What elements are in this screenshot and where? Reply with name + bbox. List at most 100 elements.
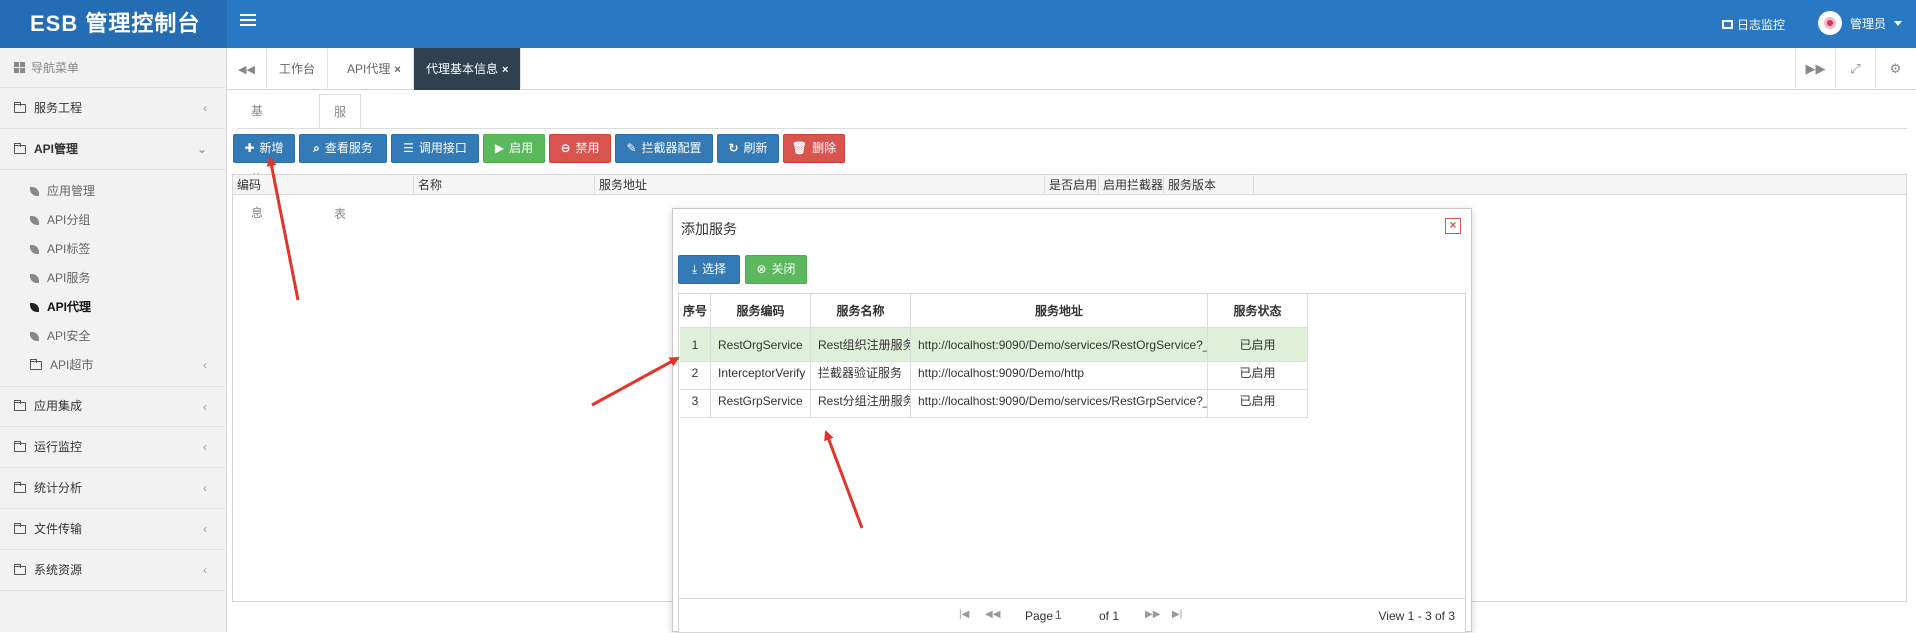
column-header-url[interactable]: 服务地址 — [595, 175, 1045, 195]
next-page-icon[interactable]: ▶▶ — [1145, 609, 1160, 620]
column-header-name[interactable]: 名称 — [414, 175, 595, 195]
delete-button[interactable]: 🗑 删除 — [783, 134, 845, 163]
call-interface-button[interactable]: ☰ 调用接口 — [391, 134, 479, 163]
select-button-label: 选择 — [702, 262, 727, 276]
folder-icon — [14, 101, 26, 113]
sidebar-item-label: 系统资源 — [34, 562, 83, 577]
sidebar-item-app-integration[interactable]: 应用集成 ‹ — [0, 386, 227, 427]
sidebar-item-service-project[interactable]: 服务工程 ‹ — [0, 88, 227, 129]
delete-label: 删除 — [812, 141, 837, 155]
log-monitor-label: 日志监控 — [1737, 18, 1786, 32]
tab-scroll-right-icon[interactable]: ▶▶ — [1795, 48, 1835, 90]
sidebar: 导航菜单 服务工程 ‹ API管理 ⌄ 应用管理 API分组 API标签 API… — [0, 48, 227, 632]
view-service-label: 查看服务 — [324, 141, 373, 155]
close-icon[interactable]: × — [1445, 218, 1461, 234]
enable-label: 启用 — [509, 141, 534, 155]
close-button[interactable]: ⊗ 关闭 — [745, 255, 807, 284]
sidebar-item-statistics[interactable]: 统计分析 ‹ — [0, 468, 227, 509]
subtab-basic-info[interactable]: 基本信息 — [237, 94, 277, 220]
avatar — [1818, 11, 1842, 35]
folder-icon — [14, 400, 26, 411]
chevron-left-icon: ‹ — [203, 440, 207, 454]
column-header-version[interactable]: 服务版本 — [1164, 175, 1254, 195]
sidebar-title-label: 导航菜单 — [31, 60, 80, 75]
select-button[interactable]: ⤓ 选择 — [678, 255, 740, 284]
sidebar-title: 导航菜单 — [0, 48, 226, 88]
chevron-left-icon: ‹ — [203, 400, 207, 414]
monitor-icon — [1722, 20, 1733, 29]
leaf-icon — [30, 332, 39, 341]
column-header-enabled[interactable]: 是否启用 — [1045, 175, 1099, 195]
user-name: 管理员 — [1850, 16, 1887, 31]
tab-api-proxy[interactable]: API代理 × — [335, 48, 414, 90]
chevron-left-icon: ‹ — [203, 101, 207, 115]
list-icon: ☰ — [403, 141, 414, 155]
tab-label: API代理 — [347, 62, 391, 76]
tab-proxy-basic-info[interactable]: 代理基本信息 × — [414, 48, 522, 90]
divider — [237, 128, 1907, 129]
sidebar-item-label: 文件传输 — [34, 521, 83, 536]
sidebar-item-label: API管理 — [34, 141, 79, 156]
refresh-button[interactable]: ↻ 刷新 — [717, 134, 779, 163]
search-icon: ⌕ — [313, 141, 320, 155]
close-icon[interactable]: × — [394, 64, 400, 76]
prev-page-icon[interactable]: ◀◀ — [985, 609, 1000, 620]
sidebar-item-file-transfer[interactable]: 文件传输 ‹ — [0, 509, 227, 550]
add-button[interactable]: ✚ 新增 — [233, 134, 295, 163]
download-icon: ⤓ — [691, 262, 698, 276]
record-count-label: View 1 - 3 of 3 — [1378, 609, 1456, 623]
column-header-no[interactable]: 序号 — [680, 294, 711, 328]
plus-icon: ✚ — [244, 141, 255, 155]
fullscreen-icon[interactable]: ⤢ — [1835, 48, 1875, 90]
folder-icon — [14, 563, 26, 575]
service-status: 已启用 — [1208, 384, 1308, 418]
column-header-service-url[interactable]: 服务地址 — [911, 294, 1208, 328]
edit-icon: ✎ — [626, 141, 637, 155]
close-icon[interactable]: × — [502, 64, 508, 76]
grid-icon — [14, 62, 25, 73]
log-monitor-link[interactable]: 日志监控 — [1722, 16, 1785, 33]
folder-icon — [14, 481, 26, 493]
first-page-icon[interactable]: |◀ — [959, 609, 969, 620]
column-header-interceptor[interactable]: 启用拦截器 — [1099, 175, 1164, 195]
column-header-service-name[interactable]: 服务名称 — [811, 294, 911, 328]
disable-button[interactable]: ⊖ 禁用 — [549, 134, 611, 163]
sidebar-item-system-resources[interactable]: 系统资源 ‹ — [0, 550, 227, 591]
sidebar-item-label: 服务工程 — [34, 100, 83, 115]
sidebar-item-label: 应用集成 — [34, 399, 83, 413]
trash-icon: 🗑 — [791, 141, 808, 155]
sidebar-item-runtime-monitor[interactable]: 运行监控 ‹ — [0, 427, 227, 468]
add-service-dialog: 添加服务 × ⤓ 选择 ⊗ 关闭 序号 服务编码 服务名称 服务地址 服务状态 1 … — [672, 208, 1472, 633]
leaf-icon — [30, 187, 39, 196]
chevron-down-icon — [1894, 20, 1903, 26]
refresh-label: 刷新 — [743, 141, 768, 155]
tab-scroll-left-icon[interactable]: ◀◀ — [227, 48, 267, 90]
page-count-label: of 1 — [1099, 609, 1120, 623]
close-circle-icon: ⊗ — [756, 262, 767, 276]
last-page-icon[interactable]: ▶| — [1172, 609, 1182, 620]
tab-workbench[interactable]: 工作台 — [267, 48, 329, 90]
column-header-code[interactable]: 编码 — [233, 175, 414, 195]
page-number-input[interactable] — [1055, 605, 1087, 625]
folder-icon — [14, 522, 26, 534]
subtab-service-list[interactable]: 服务列表 — [319, 94, 362, 221]
enable-button[interactable]: ▶ 启用 — [483, 134, 545, 163]
leaf-icon — [30, 216, 39, 225]
service-name: Rest分组注册服务 — [811, 384, 911, 418]
leaf-icon — [30, 274, 39, 283]
user-menu[interactable]: 管理员 — [1818, 11, 1903, 35]
folder-icon — [14, 440, 26, 452]
view-service-button[interactable]: ⌕ 查看服务 — [299, 134, 387, 163]
app-title: ESB 管理控制台 — [0, 0, 227, 48]
sidebar-item-api-market[interactable]: API超市 ‹ — [0, 348, 227, 383]
gear-icon[interactable]: ⚙ — [1875, 48, 1915, 90]
interceptor-config-button[interactable]: ✎ 拦截器配置 — [615, 134, 713, 163]
sidebar-item-api-management[interactable]: API管理 ⌄ — [0, 129, 227, 170]
folder-icon — [30, 359, 42, 370]
page-label: Page — [1025, 609, 1054, 623]
menu-toggle-icon[interactable] — [240, 14, 256, 28]
sidebar-item-label: API超市 — [50, 358, 94, 372]
grid-header: 编码 名称 服务地址 是否启用 启用拦截器 服务版本 — [233, 175, 1906, 195]
column-header-service-status[interactable]: 服务状态 — [1208, 294, 1308, 328]
column-header-service-code[interactable]: 服务编码 — [711, 294, 811, 328]
